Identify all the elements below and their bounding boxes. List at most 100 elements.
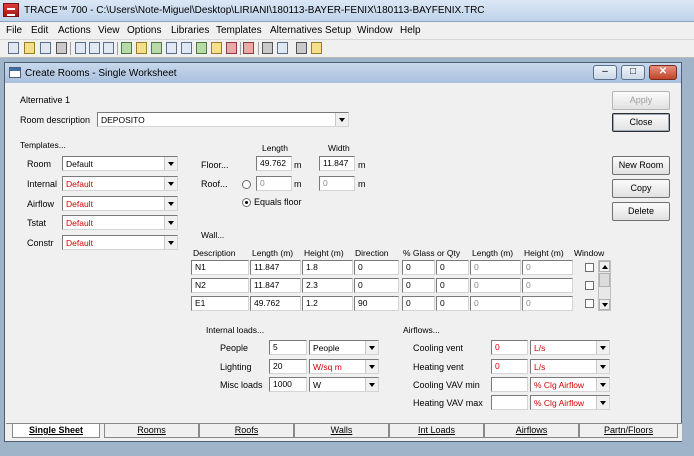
close-window-button[interactable]: ✕ bbox=[649, 65, 677, 80]
print-icon[interactable] bbox=[56, 42, 67, 54]
wall-row2-direction[interactable]: 0 bbox=[354, 278, 399, 293]
scroll-down-icon[interactable] bbox=[599, 299, 610, 310]
chevron-down-icon[interactable] bbox=[365, 341, 378, 354]
menu-view[interactable]: View bbox=[98, 25, 120, 36]
heating-vent-field[interactable]: 0 bbox=[491, 359, 528, 374]
chevron-down-icon[interactable] bbox=[596, 396, 609, 409]
chevron-down-icon[interactable] bbox=[596, 341, 609, 354]
tab-airflows[interactable]: Airflows bbox=[484, 424, 579, 438]
tab-roofs[interactable]: Roofs bbox=[199, 424, 294, 438]
menu-alternatives-setup[interactable]: Alternatives Setup bbox=[270, 25, 351, 36]
menu-templates[interactable]: Templates bbox=[216, 25, 262, 36]
roof-label[interactable]: Roof... bbox=[201, 179, 228, 190]
template-tstat-combo[interactable]: Default bbox=[62, 215, 178, 230]
template-airflow-combo[interactable]: Default bbox=[62, 196, 178, 211]
wall-group-label[interactable]: Wall... bbox=[201, 230, 224, 241]
new-room-button[interactable]: New Room bbox=[612, 156, 670, 175]
chevron-down-icon[interactable] bbox=[164, 157, 177, 170]
wall-row3-description[interactable]: E1 bbox=[191, 296, 249, 311]
misc-loads-field[interactable]: 1000 bbox=[269, 377, 307, 392]
menu-actions[interactable]: Actions bbox=[58, 25, 91, 36]
menu-options[interactable]: Options bbox=[127, 25, 161, 36]
airflows-group-label[interactable]: Airflows... bbox=[403, 325, 440, 336]
apply-button[interactable]: Apply bbox=[612, 91, 670, 110]
wall-row1-glass[interactable]: 0 bbox=[402, 260, 435, 275]
chevron-down-icon[interactable] bbox=[596, 360, 609, 373]
wall-row2-length[interactable]: 11.847 bbox=[250, 278, 301, 293]
weather-icon[interactable] bbox=[196, 42, 207, 54]
wall-scrollbar[interactable] bbox=[598, 260, 611, 311]
copy-icon[interactable] bbox=[89, 42, 100, 54]
floor-length-field[interactable]: 49.762 bbox=[256, 156, 292, 171]
new-file-icon[interactable] bbox=[8, 42, 19, 54]
heating-vav-max-field[interactable] bbox=[491, 395, 528, 410]
wall-row2-window-length[interactable]: 0 bbox=[470, 278, 521, 293]
cooling-vav-min-field[interactable] bbox=[491, 377, 528, 392]
maximize-button[interactable]: □ bbox=[621, 65, 645, 80]
menu-libraries[interactable]: Libraries bbox=[171, 25, 209, 36]
delete-button[interactable]: Delete bbox=[612, 202, 670, 221]
chevron-down-icon[interactable] bbox=[596, 378, 609, 391]
chevron-down-icon[interactable] bbox=[164, 236, 177, 249]
people-field[interactable]: 5 bbox=[269, 340, 307, 355]
wall-row1-description[interactable]: N1 bbox=[191, 260, 249, 275]
wall-row2-window-checkbox[interactable] bbox=[585, 281, 594, 290]
roof-width-field[interactable]: 0 bbox=[319, 176, 355, 191]
heating-vent-unit-combo[interactable]: L/s bbox=[530, 359, 610, 374]
menu-help[interactable]: Help bbox=[400, 25, 421, 36]
chart-icon[interactable] bbox=[211, 42, 222, 54]
menu-file[interactable]: File bbox=[6, 25, 22, 36]
lighting-unit-combo[interactable]: W/sq m bbox=[309, 359, 379, 374]
building-icon[interactable] bbox=[181, 42, 192, 54]
save-icon[interactable] bbox=[40, 42, 51, 54]
wall-row1-height[interactable]: 1.8 bbox=[302, 260, 353, 275]
help-book-icon[interactable] bbox=[121, 42, 132, 54]
wall-row3-window-length[interactable]: 0 bbox=[470, 296, 521, 311]
wall-row1-length[interactable]: 11.847 bbox=[250, 260, 301, 275]
paste-icon[interactable] bbox=[103, 42, 114, 54]
template-constr-combo[interactable]: Default bbox=[62, 235, 178, 250]
equals-floor-radio[interactable] bbox=[242, 198, 251, 207]
tab-single-sheet[interactable]: Single Sheet bbox=[12, 423, 100, 438]
chevron-down-icon[interactable] bbox=[365, 378, 378, 391]
tab-walls[interactable]: Walls bbox=[294, 424, 389, 438]
scroll-thumb[interactable] bbox=[599, 273, 610, 287]
wall-row1-window-length[interactable]: 0 bbox=[470, 260, 521, 275]
copy-button[interactable]: Copy bbox=[612, 179, 670, 198]
graph-icon[interactable] bbox=[226, 42, 237, 54]
wall-row2-description[interactable]: N2 bbox=[191, 278, 249, 293]
create-rooms-icon[interactable] bbox=[136, 42, 147, 54]
tools-icon[interactable] bbox=[296, 42, 307, 54]
chevron-down-icon[interactable] bbox=[164, 216, 177, 229]
scroll-up-icon[interactable] bbox=[599, 261, 610, 272]
whats-this-icon[interactable] bbox=[311, 42, 322, 54]
wall-row1-direction[interactable]: 0 bbox=[354, 260, 399, 275]
chevron-down-icon[interactable] bbox=[335, 113, 348, 126]
cut-icon[interactable] bbox=[75, 42, 86, 54]
cooling-vent-unit-combo[interactable]: L/s bbox=[530, 340, 610, 355]
tab-int-loads[interactable]: Int Loads bbox=[389, 424, 484, 438]
chevron-down-icon[interactable] bbox=[365, 360, 378, 373]
wall-row2-height[interactable]: 2.3 bbox=[302, 278, 353, 293]
cooling-vav-min-unit-combo[interactable]: % Clg Airflow bbox=[530, 377, 610, 392]
misc-loads-unit-combo[interactable]: W bbox=[309, 377, 379, 392]
wall-row1-window-height[interactable]: 0 bbox=[522, 260, 573, 275]
floor-width-field[interactable]: 11.847 bbox=[319, 156, 355, 171]
calculator-icon[interactable] bbox=[262, 42, 273, 54]
wall-row2-window-height[interactable]: 0 bbox=[522, 278, 573, 293]
wall-row3-window-height[interactable]: 0 bbox=[522, 296, 573, 311]
cooling-vent-field[interactable]: 0 bbox=[491, 340, 528, 355]
wall-row3-qty[interactable]: 0 bbox=[436, 296, 469, 311]
wall-row3-height[interactable]: 1.2 bbox=[302, 296, 353, 311]
assign-rooms-icon[interactable] bbox=[151, 42, 162, 54]
open-folder-icon[interactable] bbox=[24, 42, 35, 54]
menu-edit[interactable]: Edit bbox=[31, 25, 48, 36]
check-icon[interactable] bbox=[166, 42, 177, 54]
wall-row1-window-checkbox[interactable] bbox=[585, 263, 594, 272]
people-unit-combo[interactable]: People bbox=[309, 340, 379, 355]
wall-row1-qty[interactable]: 0 bbox=[436, 260, 469, 275]
chevron-down-icon[interactable] bbox=[164, 177, 177, 190]
internal-loads-group-label[interactable]: Internal loads... bbox=[206, 325, 264, 336]
wall-row2-glass[interactable]: 0 bbox=[402, 278, 435, 293]
minimize-button[interactable]: – bbox=[593, 65, 617, 80]
